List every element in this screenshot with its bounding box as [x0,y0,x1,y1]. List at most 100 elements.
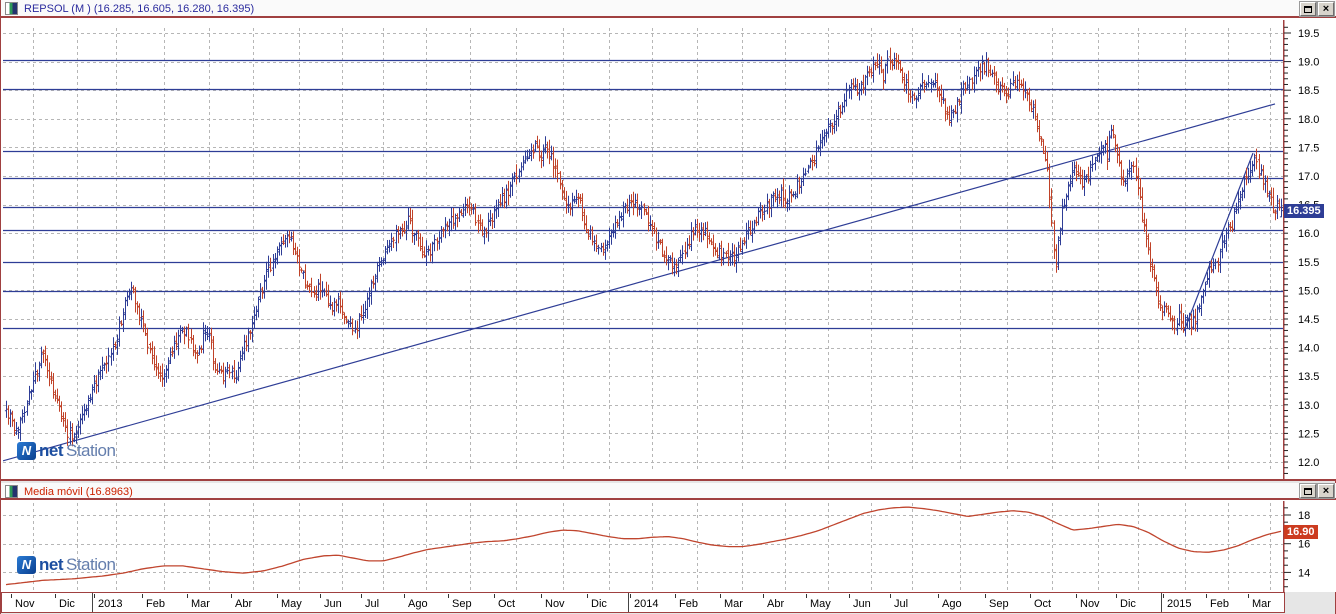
month-tick [94,594,95,598]
last-price-tag: 16.395 [1284,204,1324,218]
year-separator [1161,593,1162,612]
price-panel-titlebar: REPSOL (M ) (16.285, 16.605, 16.280, 16.… [1,0,1336,18]
month-tick [1248,594,1249,598]
y-tick-label: 19.0 [1298,57,1319,69]
month-label: Sep [452,598,472,610]
month-tick [763,594,764,598]
month-tick [938,594,939,598]
y-tick-label: 12.0 [1298,457,1319,469]
month-label: May [281,598,302,610]
trend-line [2,103,1276,462]
price-panel-title: REPSOL (M ) (16.285, 16.605, 16.280, 16.… [24,3,255,15]
y-tick-label: 19.5 [1298,28,1319,40]
ma-chart-canvas[interactable] [3,501,1283,592]
month-label: Feb [146,598,165,610]
month-label: Abr [235,598,253,610]
month-label: Jun [324,598,342,610]
month-tick [890,594,891,598]
month-tick [448,594,449,598]
month-label: 2014 [634,598,659,610]
month-tick [1030,594,1031,598]
x-axis-strip: Nov Dic 2013 Feb Mar Abr May Jun Jul Ago Sep Oct Nov… [1,592,1285,613]
month-tick [675,594,676,598]
price-chart-svg [2,28,1284,471]
restore-icon [1304,6,1312,13]
month-label: Mar [724,598,743,610]
ohlc-bars-up [4,50,1284,445]
month-label: Oct [498,598,516,610]
close-button[interactable]: × [1318,2,1334,16]
month-tick [231,594,232,598]
y-tick-label: 12.5 [1298,428,1319,440]
year-separator [92,593,93,612]
month-tick [1116,594,1117,598]
month-label: 2013 [98,598,123,610]
month-tick [11,594,12,598]
month-tick [494,594,495,598]
close-button[interactable]: × [1318,484,1334,498]
month-tick [541,594,542,598]
ohlc-bars-down [6,47,1282,447]
price-chart-canvas[interactable] [2,20,1284,479]
month-tick [277,594,278,598]
month-label: Sep [989,598,1009,610]
ma-chart-svg [3,503,1283,590]
trend-line [1183,152,1254,332]
ma-y-axis: 18 16 14 [1282,501,1336,592]
month-label: Jul [894,598,909,610]
month-label: Mar [191,598,210,610]
month-label: Oct [1034,598,1052,610]
price-y-axis-svg: 19.519.018.518.017.517.016.516.015.515.0… [1282,20,1319,479]
chart-mini-icon [5,485,18,498]
month-tick [1163,594,1164,598]
restore-button[interactable] [1300,484,1316,498]
chart-mini-icon [5,2,18,15]
price-chart-panel: REPSOL (M ) (16.285, 16.605, 16.280, 16.… [1,0,1336,481]
month-tick [720,594,721,598]
month-label: Abr [767,598,785,610]
y-tick-label: 18.0 [1298,114,1319,126]
month-label: Mar [1252,598,1271,610]
month-tick [587,594,588,598]
month-label: Ago [408,598,428,610]
y-tick-label: 14 [1298,567,1310,579]
y-tick-label: 17.5 [1298,142,1319,154]
y-tick-label: 18.5 [1298,85,1319,97]
moving-average-panel: Media móvil (16.8963) × 18 16 14 16.90 Nne… [1,483,1336,592]
y-tick-label: 15.0 [1298,285,1319,297]
netstation-window: { "panels": { "price": { "title": "REPSO… [0,0,1336,614]
month-label: Nov [545,598,565,610]
month-tick [361,594,362,598]
ma-panel-titlebar: Media móvil (16.8963) × [1,483,1336,500]
month-label: Jul [365,598,380,610]
y-tick-label: 15.5 [1298,257,1319,269]
ma-value-tag: 16.90 [1284,525,1318,539]
month-tick [1206,594,1207,598]
restore-icon [1304,488,1312,495]
month-tick [320,594,321,598]
y-tick-label: 16 [1298,539,1310,551]
month-tick [187,594,188,598]
netstation-logo-station: Station [66,441,116,460]
y-tick-label: 13.0 [1298,400,1319,412]
month-label: Feb [1210,598,1229,610]
netstation-logo-net: net [39,555,64,574]
netstation-logo-station: Station [66,555,116,574]
y-tick-label: 14.5 [1298,314,1319,326]
netstation-logo-icon: N [17,442,36,460]
y-tick-label: 16.0 [1298,228,1319,240]
month-tick [55,594,56,598]
ma-panel-title: Media móvil (16.8963) [24,486,133,498]
netstation-logo: Nnet Station [17,441,116,461]
ma-y-axis-svg: 18 16 14 [1282,501,1310,592]
month-tick [404,594,405,598]
netstation-logo: Nnet Station [17,555,116,575]
month-tick [806,594,807,598]
restore-button[interactable] [1300,2,1316,16]
month-tick [985,594,986,598]
month-label: Feb [679,598,698,610]
month-label: Jun [853,598,871,610]
month-label: Nov [1080,598,1100,610]
price-y-axis: 19.519.018.518.017.517.016.516.015.515.0… [1282,20,1336,479]
month-label: Nov [15,598,35,610]
